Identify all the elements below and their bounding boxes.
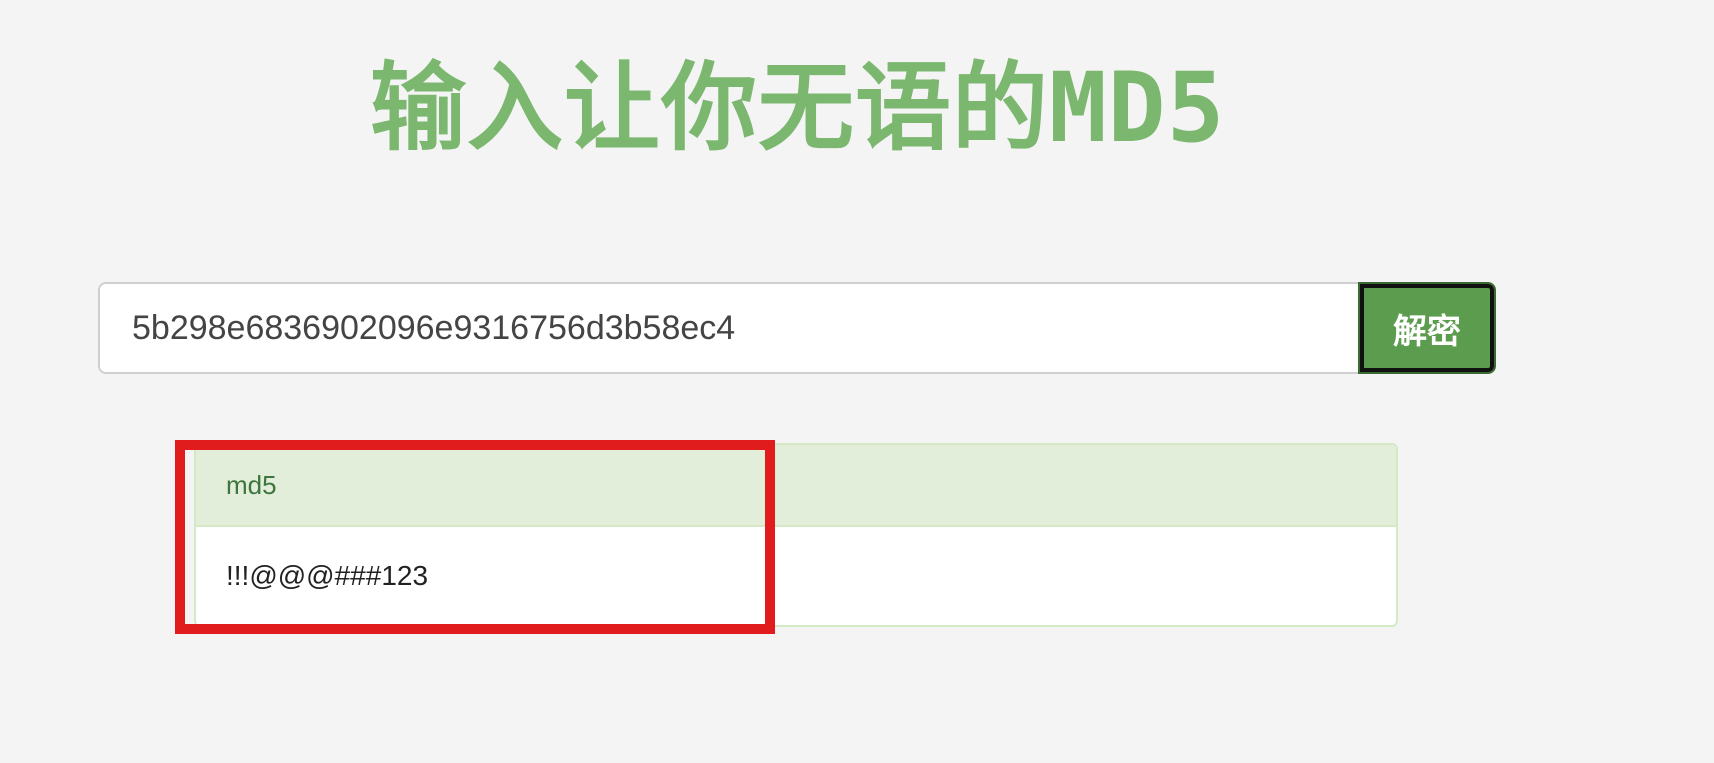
- result-panel: md5 !!!@@@###123: [194, 443, 1398, 627]
- result-plaintext: !!!@@@###123: [226, 560, 429, 591]
- result-heading-label: md5: [226, 469, 277, 500]
- result-panel-heading: md5: [196, 445, 1396, 527]
- md5-input[interactable]: [98, 282, 1358, 374]
- search-group: 解密: [98, 282, 1496, 374]
- decrypt-button[interactable]: 解密: [1358, 282, 1496, 374]
- result-panel-body: !!!@@@###123: [196, 527, 1396, 625]
- page-title: 输入让你无语的MD5: [370, 52, 1226, 164]
